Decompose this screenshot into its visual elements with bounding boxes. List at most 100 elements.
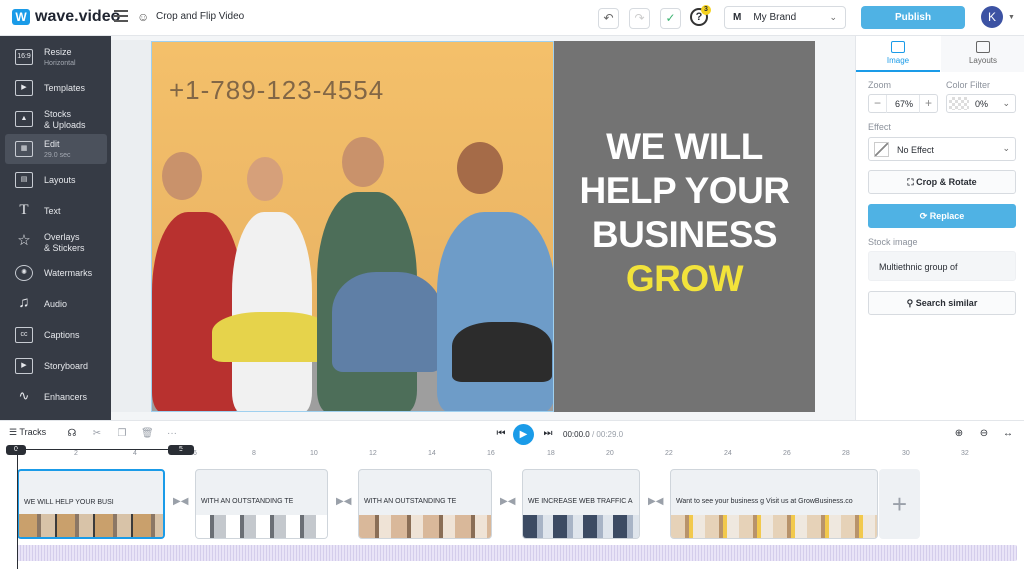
saved-check-icon[interactable]: ✓ bbox=[660, 8, 681, 29]
watermark-icon: ✺ bbox=[15, 265, 33, 281]
phone-number-text[interactable]: +1-789-123-4554 bbox=[169, 75, 384, 106]
zoom-out-icon[interactable]: ⊖ bbox=[978, 428, 990, 440]
storyboard-icon: ▶ bbox=[15, 358, 33, 374]
effect-select[interactable]: No Effect ⌄ bbox=[868, 137, 1016, 161]
ruler-tick: 32 bbox=[961, 450, 969, 457]
sidebar-item-label: Audio bbox=[44, 299, 68, 309]
sidebar-item-label: Watermarks bbox=[44, 268, 93, 278]
end-marker[interactable]: 5 bbox=[168, 445, 194, 455]
tab-image[interactable]: Image bbox=[856, 36, 940, 72]
scissors-icon[interactable]: ✂ bbox=[91, 428, 103, 440]
sidebar-item-captions[interactable]: cc Captions bbox=[5, 320, 107, 350]
properties-panel: Image Layouts Zoom Color Filter − 67% + … bbox=[855, 36, 1024, 420]
chevron-down-icon: ⌄ bbox=[829, 12, 837, 22]
sidebar-item-overlays[interactable]: ☆ Overlays & Stickers bbox=[5, 227, 107, 257]
undo-button[interactable]: ↶ bbox=[598, 8, 619, 29]
transition-icon[interactable]: ▶◀ bbox=[336, 496, 351, 508]
tracks-button[interactable]: ☰ Tracks bbox=[9, 427, 46, 438]
clip-text: Want to see your business g Visit us at … bbox=[676, 498, 853, 505]
add-clip-button[interactable]: + bbox=[879, 469, 920, 539]
redo-button[interactable]: ↷ bbox=[629, 8, 650, 29]
color-filter-label: Color Filter bbox=[946, 80, 991, 90]
playhead[interactable] bbox=[17, 455, 18, 569]
timeline-clip[interactable]: WE WILL HELP YOUR BUSI bbox=[17, 469, 165, 539]
audio-track[interactable] bbox=[17, 545, 1017, 561]
headline-line: HELP YOUR bbox=[579, 170, 790, 211]
sidebar-item-label: Overlays bbox=[44, 232, 80, 242]
tab-layouts[interactable]: Layouts bbox=[941, 36, 1024, 72]
timeline-clip[interactable]: WITH AN OUTSTANDING TE bbox=[195, 469, 328, 539]
effect-value: No Effect bbox=[897, 145, 934, 155]
timeline-clip[interactable]: Want to see your business g Visit us at … bbox=[670, 469, 878, 539]
timeline-clip[interactable]: WITH AN OUTSTANDING TE bbox=[358, 469, 492, 539]
clip-text: WE INCREASE WEB TRAFFIC A bbox=[528, 498, 633, 505]
sidebar-item-templates[interactable]: ▶ Templates bbox=[5, 73, 107, 103]
sidebar-item-text[interactable]: T Text bbox=[5, 196, 107, 226]
transition-icon[interactable]: ▶◀ bbox=[500, 496, 515, 508]
sidebar-item-sub: 29.0 sec bbox=[44, 152, 71, 159]
avatar[interactable]: K bbox=[981, 6, 1003, 28]
sidebar-item-resize[interactable]: 16:9 Resize Horizontal bbox=[5, 42, 107, 72]
chevron-down-icon[interactable]: ▼ bbox=[1008, 14, 1015, 21]
sidebar-item-layouts[interactable]: ▤ Layouts bbox=[5, 165, 107, 195]
clip-text: WITH AN OUTSTANDING TE bbox=[364, 498, 457, 505]
brand-select[interactable]: M My Brand ⌄ bbox=[724, 6, 846, 29]
sidebar-item-stocks[interactable]: ▲ Stocks & Uploads bbox=[5, 104, 107, 134]
clip-text: WITH AN OUTSTANDING TE bbox=[201, 498, 294, 505]
waveform-icon: ∿ bbox=[18, 388, 30, 403]
ruler-tick: 30 bbox=[902, 450, 910, 457]
sidebar-item-watermarks[interactable]: ✺ Watermarks bbox=[5, 258, 107, 288]
replace-button[interactable]: ⟳ Replace bbox=[868, 204, 1016, 228]
refresh-icon: ⟳ bbox=[919, 211, 928, 221]
color-filter-select[interactable]: 0% ⌄ bbox=[946, 94, 1016, 113]
more-icon[interactable]: ··· bbox=[166, 428, 178, 440]
timeline-ruler[interactable]: 2 4 6 8 10 12 14 16 18 20 22 24 26 28 30… bbox=[0, 448, 1024, 462]
voiceover-icon[interactable]: ☊ bbox=[66, 428, 78, 440]
zoom-value[interactable]: 67% bbox=[887, 99, 921, 109]
sidebar-item-enhancers[interactable]: ∿ Enhancers bbox=[5, 382, 107, 412]
ruler-tick: 2 bbox=[74, 450, 78, 457]
play-button[interactable]: ▶ bbox=[513, 424, 534, 445]
stock-image-layer[interactable]: +1-789-123-4554 bbox=[151, 41, 554, 412]
transition-icon[interactable]: ▶◀ bbox=[648, 496, 663, 508]
clip-thumbnails bbox=[196, 515, 327, 538]
brand-name: My Brand bbox=[753, 12, 797, 23]
ruler-tick: 18 bbox=[547, 450, 555, 457]
sidebar-item-label: Stocks bbox=[44, 109, 72, 119]
star-icon: ☆ bbox=[17, 232, 31, 249]
headline-text[interactable]: WE WILL HELP YOUR BUSINESS GROW bbox=[554, 125, 815, 301]
logo[interactable]: W wave.video bbox=[12, 8, 120, 26]
skip-back-icon[interactable]: ⏮ bbox=[495, 428, 507, 440]
stock-image-value: Multiethnic group of bbox=[879, 262, 958, 272]
ruler-tick: 26 bbox=[783, 450, 791, 457]
add-user-icon[interactable]: ☺ bbox=[137, 10, 151, 24]
menu-icon[interactable] bbox=[114, 10, 128, 24]
trash-icon[interactable]: 🗑 bbox=[141, 428, 154, 440]
start-marker[interactable]: 0 bbox=[6, 445, 26, 455]
publish-button[interactable]: Publish bbox=[861, 6, 965, 29]
zoom-in-icon[interactable]: ⊕ bbox=[953, 428, 965, 440]
fit-width-icon[interactable]: ↔ bbox=[1002, 428, 1014, 440]
transition-icon[interactable]: ▶◀ bbox=[173, 496, 188, 508]
search-similar-button[interactable]: ⚲ Search similar bbox=[868, 291, 1016, 315]
layouts-icon bbox=[976, 41, 990, 53]
person-figure bbox=[437, 212, 553, 411]
zoom-stepper[interactable]: − 67% + bbox=[868, 94, 938, 113]
project-title[interactable]: Crop and Flip Video bbox=[156, 11, 244, 22]
list-icon: ☰ bbox=[9, 427, 18, 437]
crop-rotate-button[interactable]: ⛶ Crop & Rotate bbox=[868, 170, 1016, 194]
sidebar-item-edit[interactable]: ▦ Edit 29.0 sec bbox=[5, 134, 107, 164]
headline-panel[interactable]: WE WILL HELP YOUR BUSINESS GROW bbox=[554, 41, 815, 412]
skip-forward-icon[interactable]: ⏭ bbox=[542, 428, 554, 440]
copy-icon[interactable]: ❐ bbox=[116, 428, 128, 440]
timeline-clip[interactable]: WE INCREASE WEB TRAFFIC A bbox=[522, 469, 640, 539]
headline-line: WE WILL bbox=[606, 126, 763, 167]
total-time: 00:29.0 bbox=[596, 430, 624, 439]
ruler-tick: 16 bbox=[487, 450, 495, 457]
zoom-in-button[interactable]: + bbox=[919, 95, 937, 113]
zoom-out-button[interactable]: − bbox=[869, 95, 887, 113]
ruler-tick: 10 bbox=[310, 450, 318, 457]
sidebar-item-audio[interactable]: ♫ Audio bbox=[5, 289, 107, 319]
effect-label: Effect bbox=[868, 122, 891, 132]
sidebar-item-storyboard[interactable]: ▶ Storyboard bbox=[5, 351, 107, 381]
